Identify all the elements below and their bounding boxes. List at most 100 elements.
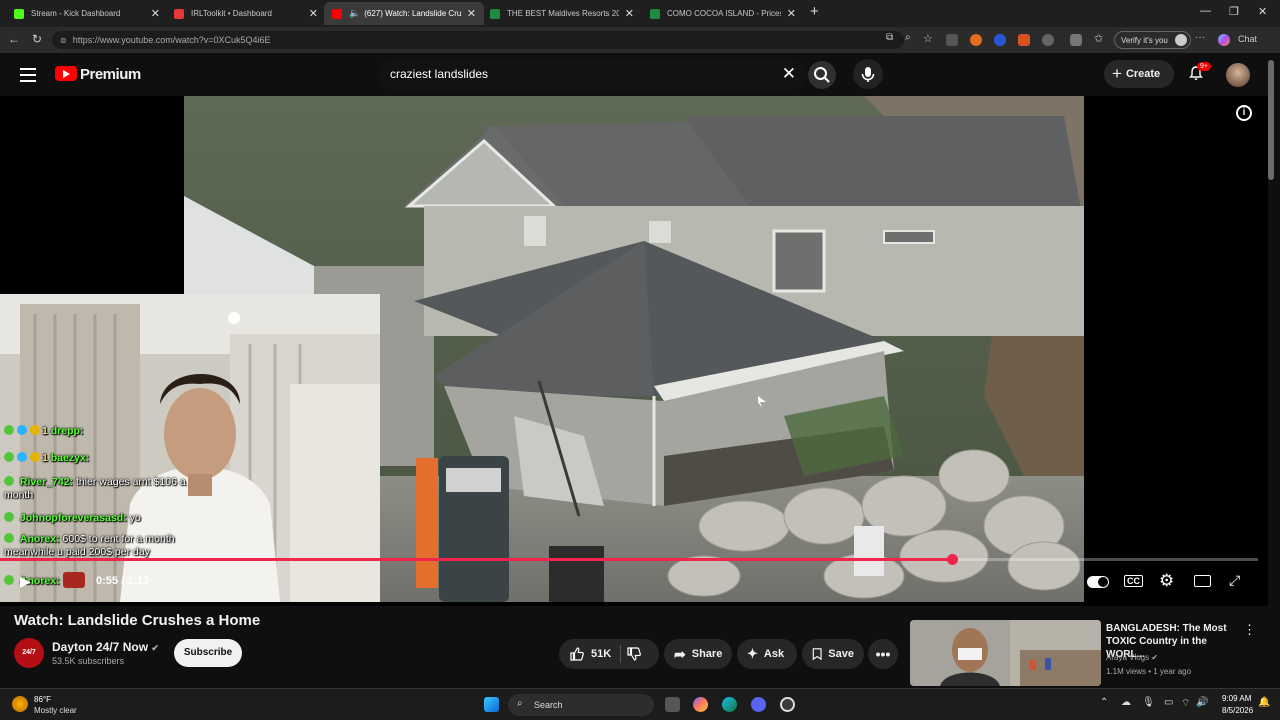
back-icon[interactable]: ← — [8, 32, 20, 46]
discord-icon[interactable] — [751, 697, 766, 712]
search-query: craziest landslides — [390, 67, 489, 81]
youtube-premium-label[interactable]: Premium — [80, 66, 141, 83]
weather-icon[interactable] — [12, 696, 28, 712]
task-view-icon[interactable] — [665, 697, 680, 712]
chat-sub-badge-icon — [30, 425, 40, 435]
like-button[interactable]: 51K — [569, 646, 611, 662]
extensions-puzzle-icon[interactable] — [1070, 34, 1082, 46]
taskbar-search-box[interactable]: ⌕ Search — [508, 694, 654, 716]
chat-badge-count: 1 — [42, 452, 48, 464]
search-button[interactable] — [808, 61, 836, 89]
chat-username: Johnopforeverasasd: — [19, 512, 127, 524]
search-icon: ⌕ — [517, 698, 523, 709]
info-icon[interactable]: i — [1236, 105, 1252, 121]
browser-tab-maldives[interactable]: THE BEST Maldives Resorts 2026 (u ✕ — [482, 2, 642, 25]
browser-tab-como[interactable]: COMO COCOA ISLAND - Prices & ✕ — [642, 2, 804, 25]
more-actions-button[interactable]: ••• — [868, 639, 898, 669]
windows-start-icon[interactable] — [484, 697, 499, 712]
fullscreen-icon[interactable]: ⤢ — [1229, 572, 1240, 589]
close-tab-icon[interactable]: ✕ — [467, 7, 476, 20]
progress-bar[interactable] — [0, 554, 1258, 565]
address-bar[interactable]: ⊜ https://www.youtube.com/watch?v=0XCuk5… — [52, 31, 904, 49]
video-player[interactable]: 1 drepp: 1 baezyx: River_742: thier wage… — [0, 96, 1268, 606]
clear-search-icon[interactable]: ✕ — [782, 64, 796, 84]
more-menu-icon[interactable]: ··· — [1195, 32, 1205, 43]
chat-badge-icon — [4, 512, 14, 522]
favorites-icon[interactable]: ✩ — [1094, 32, 1103, 45]
close-tab-icon[interactable]: ✕ — [625, 7, 634, 20]
hamburger-menu-icon[interactable] — [20, 68, 36, 86]
site-info-icon[interactable]: ⊜ — [60, 36, 67, 45]
recommended-video-thumbnail[interactable] — [910, 620, 1101, 686]
theater-mode-icon[interactable] — [1194, 575, 1211, 587]
tray-display-icon[interactable]: ▭ — [1164, 697, 1173, 708]
tray-overflow-icon[interactable]: ⌃ — [1100, 697, 1108, 708]
chat-sub-badge-icon — [30, 452, 40, 462]
dislike-button[interactable] — [626, 646, 642, 667]
save-button[interactable]: Save — [802, 639, 864, 669]
extension-icon[interactable] — [994, 34, 1006, 46]
copilot-icon[interactable] — [1218, 34, 1230, 46]
create-button[interactable]: + Create — [1104, 60, 1174, 88]
chat-badge-icon — [17, 452, 27, 462]
close-window-icon[interactable]: ✕ — [1258, 5, 1267, 18]
zoom-icon[interactable]: ⌕ — [905, 32, 911, 43]
notification-center-icon[interactable]: 🔔 — [1258, 697, 1270, 708]
search-input[interactable]: craziest landslides ✕ — [378, 58, 808, 90]
channel-name[interactable]: Dayton 24/7 Now ✔ — [52, 640, 159, 654]
clock-time[interactable]: 9:09 AM — [1222, 694, 1251, 703]
verify-profile-button[interactable]: Verify it's you — [1114, 31, 1191, 49]
page-scrollbar[interactable] — [1268, 60, 1274, 180]
install-app-icon[interactable]: ⧉ — [886, 32, 893, 43]
share-button[interactable]: ➦ Share — [664, 639, 732, 669]
volume-icon[interactable]: 🔊 — [1196, 697, 1208, 708]
recommended-more-icon[interactable]: ⋮ — [1243, 622, 1256, 638]
channel-avatar[interactable]: 24/7 — [14, 638, 44, 668]
ask-button[interactable]: ✦ Ask — [737, 639, 797, 669]
autoplay-toggle[interactable] — [1087, 576, 1109, 588]
reload-icon[interactable]: ↻ — [32, 32, 42, 46]
network-icon[interactable]: ⌔ — [1181, 697, 1190, 710]
recommended-channel[interactable]: Araya Vlogs ✔ — [1106, 653, 1158, 662]
subscribe-button[interactable]: Subscribe — [174, 639, 242, 667]
chat-badge-icon — [4, 425, 14, 435]
chat-badge-icon — [4, 533, 14, 543]
extension-icon[interactable] — [946, 34, 958, 46]
edge-browser-icon[interactable] — [722, 697, 737, 712]
browser-tab-irltoolkit[interactable]: IRLToolkit • Dashboard ✕ — [166, 2, 326, 25]
progress-played — [0, 558, 953, 561]
chat-text: yo — [129, 512, 141, 524]
browser-tab-youtube[interactable]: 🔈 (627) Watch: Landslide Crush ✕ — [324, 2, 484, 25]
thumbs-up-icon — [570, 647, 584, 661]
subscriber-count: 53.5K subscribers — [52, 656, 125, 666]
app-icon[interactable] — [780, 697, 795, 712]
youtube-logo-icon[interactable] — [55, 66, 77, 81]
close-tab-icon[interactable]: ✕ — [151, 7, 160, 20]
chat-message: Anorex: 600$ to rent for a month meanwhi… — [4, 533, 184, 559]
bookmark-star-icon[interactable]: ☆ — [923, 32, 933, 45]
maximize-icon[interactable]: ❐ — [1229, 5, 1239, 18]
captions-icon[interactable]: CC — [1124, 575, 1143, 587]
chat-label[interactable]: Chat — [1238, 34, 1257, 44]
extension-icon[interactable] — [1018, 34, 1030, 46]
new-tab-button[interactable]: + — [810, 3, 819, 20]
create-label: Create — [1125, 68, 1161, 80]
account-avatar[interactable] — [1226, 63, 1250, 87]
close-tab-icon[interactable]: ✕ — [787, 7, 796, 20]
settings-gear-icon[interactable]: ⚙ — [1159, 571, 1174, 591]
speaker-icon[interactable]: 🔈 — [349, 8, 360, 19]
close-tab-icon[interactable]: ✕ — [309, 7, 318, 20]
copilot-app-icon[interactable] — [693, 697, 708, 712]
minimize-icon[interactable]: — — [1200, 5, 1211, 17]
clock-date[interactable]: 8/5/2026 — [1222, 706, 1253, 715]
chat-badge-icon — [4, 575, 14, 585]
chat-username: River_742: — [19, 476, 74, 488]
extension-icon[interactable] — [970, 34, 982, 46]
browser-tab-kick[interactable]: Stream - Kick Dashboard ✕ — [6, 2, 168, 25]
save-label: Save — [828, 648, 854, 660]
play-icon[interactable]: ▶ — [20, 573, 31, 590]
voice-search-button[interactable] — [853, 59, 883, 89]
extension-icon[interactable] — [1042, 34, 1054, 46]
tray-app-icon[interactable]: ☁ — [1121, 697, 1131, 708]
tray-mic-icon[interactable]: 🎙 — [1142, 697, 1155, 708]
